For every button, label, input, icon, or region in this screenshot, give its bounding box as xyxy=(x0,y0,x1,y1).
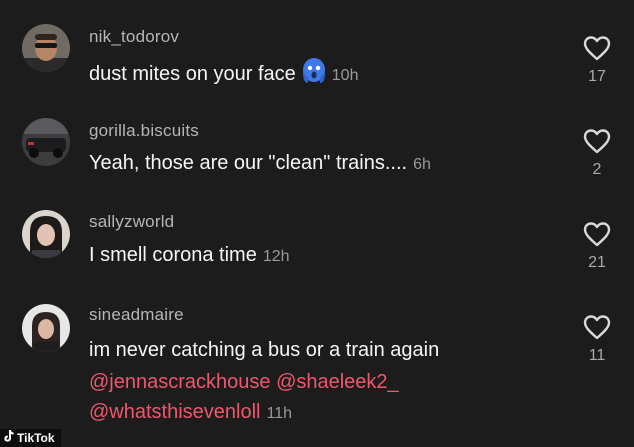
mention-link[interactable]: @jennascrackhouse @shaeleek2_ xyxy=(89,371,399,393)
comment-username[interactable]: sineadmaire xyxy=(89,305,184,325)
comment-time: 12h xyxy=(262,248,290,265)
comment-mentions: @jennascrackhouse @shaeleek2_ xyxy=(89,369,399,395)
tiktok-note-icon xyxy=(4,429,14,447)
heart-outline-icon xyxy=(578,128,616,154)
like-button[interactable]: 17 xyxy=(578,35,616,86)
avatar[interactable] xyxy=(22,24,70,72)
comment-body: dust mites on your face xyxy=(89,63,296,85)
comment-username[interactable]: gorilla.biscuits xyxy=(89,121,199,141)
avatar[interactable] xyxy=(22,210,70,258)
comment-username[interactable]: nik_todorov xyxy=(89,27,179,47)
comment-text: Yeah, those are our "clean" trains.... 6h xyxy=(89,150,431,178)
heart-outline-icon xyxy=(578,35,616,61)
comment-text: im never catching a bus or a train again xyxy=(89,337,439,363)
comment-text: dust mites on your face 10h xyxy=(89,58,358,91)
like-button[interactable]: 2 xyxy=(578,128,616,179)
like-count: 2 xyxy=(592,161,602,178)
comment-body: I smell corona time xyxy=(89,244,257,266)
like-count: 17 xyxy=(588,68,606,85)
comment-body: im never catching a bus or a train again xyxy=(89,339,440,361)
heart-outline-icon xyxy=(578,221,616,247)
heart-outline-icon xyxy=(578,314,616,340)
like-count: 11 xyxy=(588,347,606,364)
face-screaming-emoji-icon xyxy=(302,58,326,91)
avatar[interactable] xyxy=(22,304,70,352)
mention-link[interactable]: @whatsthisevenloll xyxy=(89,401,261,423)
like-count: 21 xyxy=(588,254,606,271)
comment-username[interactable]: sallyzworld xyxy=(89,212,174,232)
comment-body: Yeah, those are our "clean" trains.... xyxy=(89,152,408,174)
like-button[interactable]: 21 xyxy=(578,221,616,272)
watermark-label: TikTok xyxy=(17,431,55,445)
comment-mentions: @whatsthisevenloll 11h xyxy=(89,399,292,427)
comment-text: I smell corona time 12h xyxy=(89,242,290,270)
comment-time: 6h xyxy=(413,156,431,173)
tiktok-watermark: TikTok xyxy=(0,429,61,447)
comment-time: 11h xyxy=(266,405,293,422)
like-button[interactable]: 11 xyxy=(578,314,616,365)
avatar[interactable] xyxy=(22,118,70,166)
comment-time: 10h xyxy=(331,67,359,84)
